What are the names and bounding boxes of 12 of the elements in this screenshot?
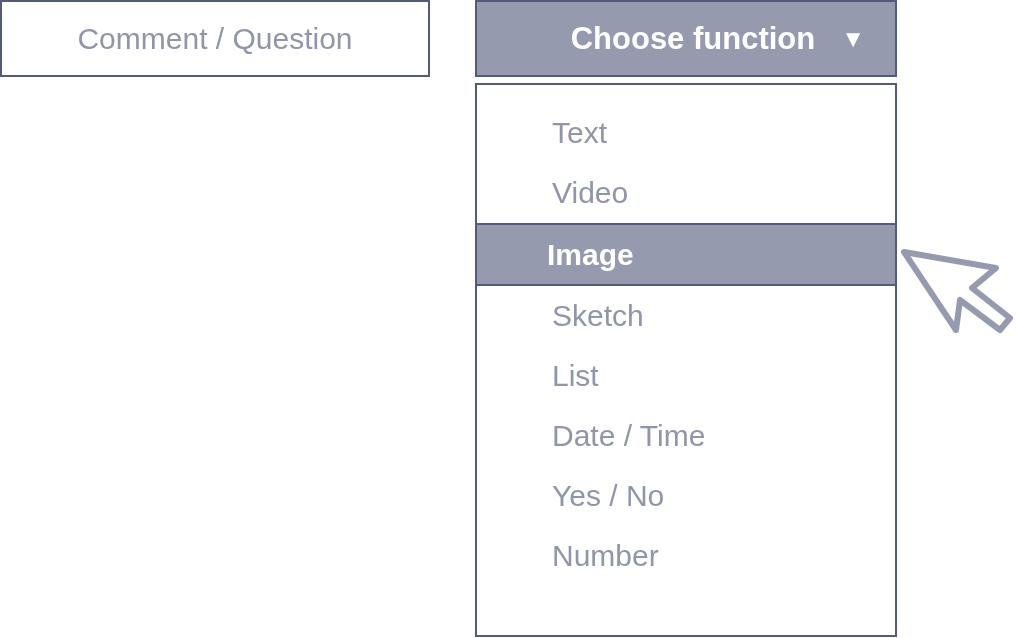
caret-icon: ▼	[841, 24, 865, 53]
comment-field[interactable]: Comment / Question	[0, 0, 430, 77]
menu-option[interactable]: Sketch	[477, 286, 895, 346]
menu-option[interactable]: Number	[477, 526, 895, 586]
choose-function-dropdown[interactable]: Choose function ▼	[475, 0, 897, 77]
menu-option[interactable]: Yes / No	[477, 466, 895, 526]
menu-option[interactable]: Date / Time	[477, 406, 895, 466]
menu-option[interactable]: List	[477, 346, 895, 406]
menu-option[interactable]: Text	[477, 103, 895, 163]
menu-option[interactable]: Video	[477, 163, 895, 223]
menu-option[interactable]: Image	[475, 223, 897, 286]
pointer-cursor-icon	[898, 246, 1016, 336]
